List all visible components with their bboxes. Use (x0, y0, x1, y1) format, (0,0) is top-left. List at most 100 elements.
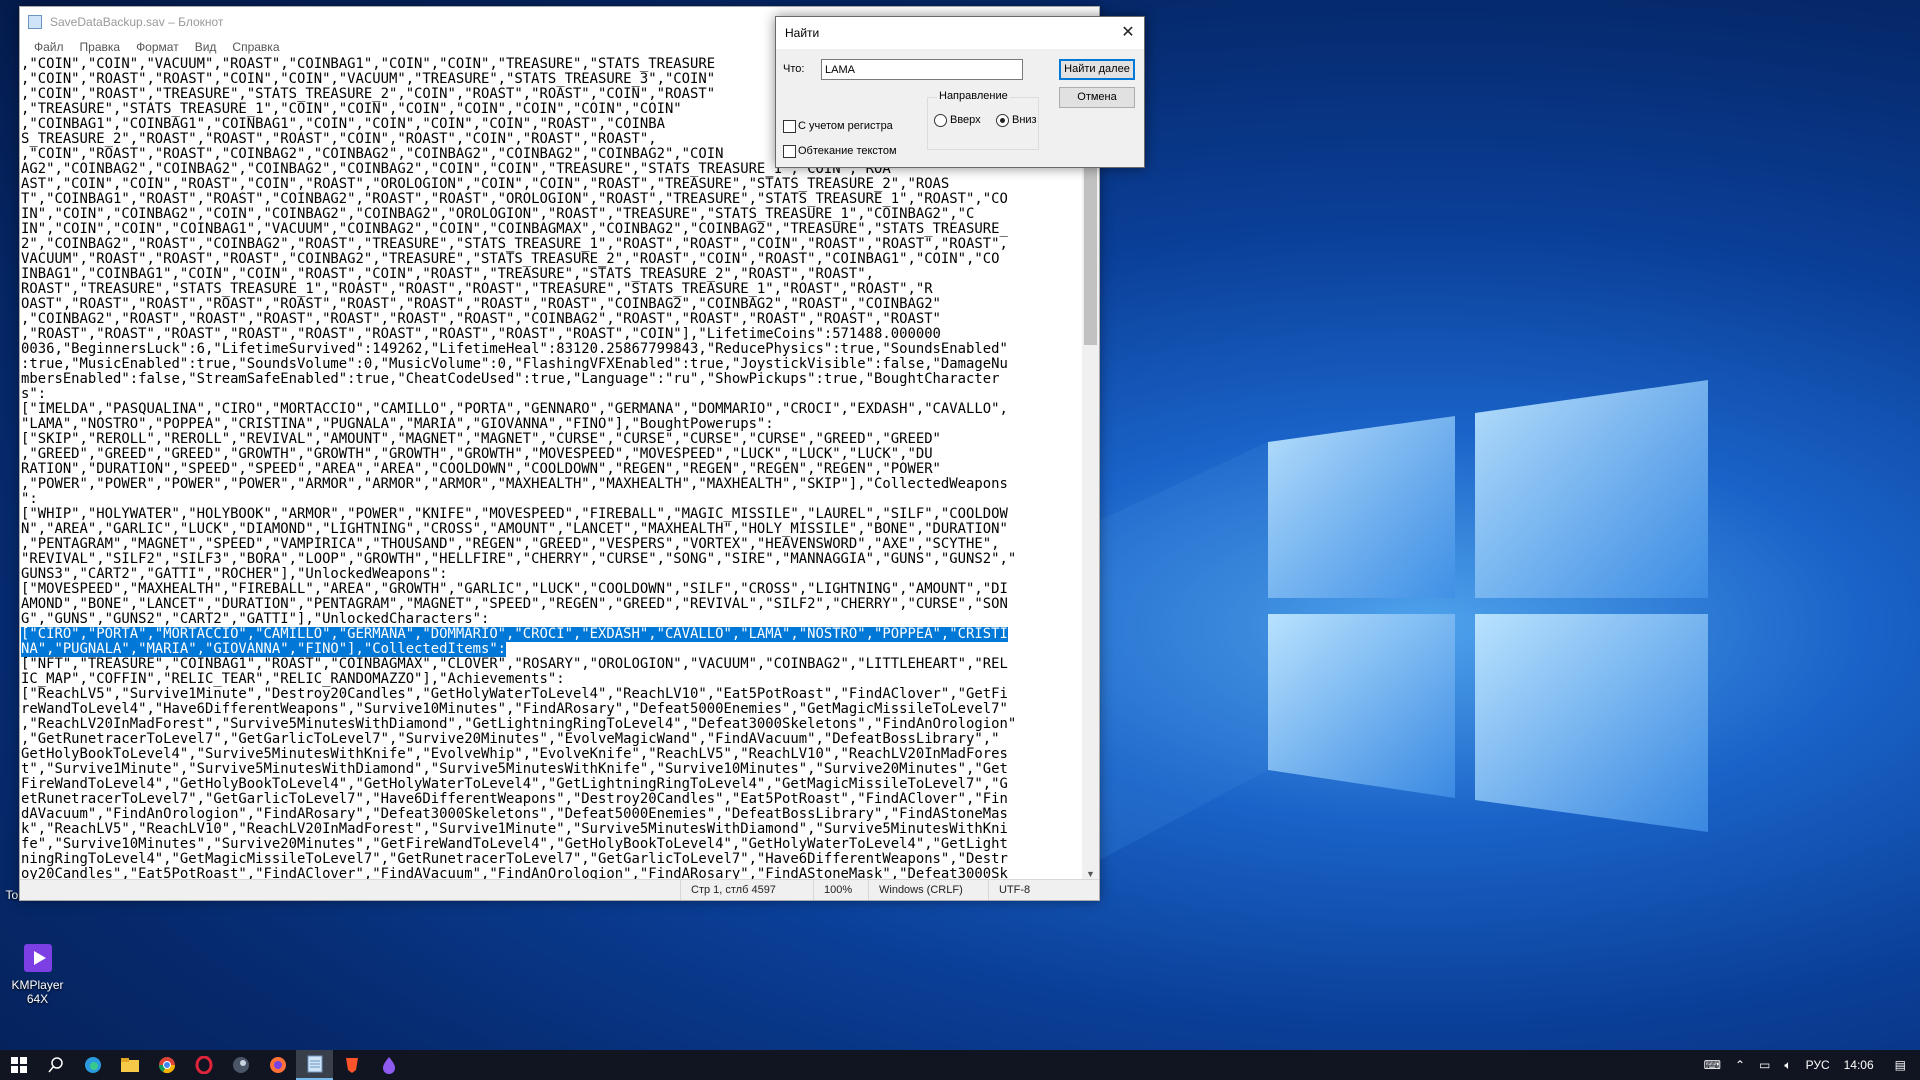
text-line: ,"GetRunetracerToLevel7","GetGarlicToLev… (21, 732, 1000, 747)
find-dialog-title: Найти (785, 26, 820, 40)
scroll-down-icon[interactable]: ▼ (1082, 869, 1099, 879)
text-line: ["CIRO","PORTA","MORTACCIO","CAMILLO","G… (21, 627, 1083, 642)
app-icon[interactable] (370, 1050, 407, 1080)
text-line: ,"ReachLV20InMadForest","Survive5Minutes… (21, 717, 1017, 732)
direction-down-label: Вниз (1012, 114, 1037, 126)
text-line: reWandToLevel4","Have6DifferentWeapons",… (21, 702, 1008, 717)
text-line: ["SKIP","REROLL","REROLL","REVIVAL","AMO… (21, 432, 941, 447)
text-line: ["ReachLV5","Survive1Minute","Destroy20C… (21, 687, 1008, 702)
text-line: ,"COINBAG2","ROAST","ROAST","ROAST","ROA… (21, 312, 941, 327)
brave-icon[interactable] (333, 1050, 370, 1080)
search-icon[interactable] (37, 1050, 74, 1080)
edge-icon[interactable] (74, 1050, 111, 1080)
clock[interactable]: 14:06 (1837, 1058, 1881, 1072)
volume-icon[interactable]: 🔈︎ (1777, 1058, 1798, 1073)
kmplayer-label: KMPlayer 64X (11, 978, 64, 1006)
vertical-scrollbar[interactable]: ▼ (1082, 57, 1099, 881)
window-title: SaveDataBackup.sav – Блокнот (50, 15, 224, 29)
firefox-icon[interactable] (259, 1050, 296, 1080)
text-line: IN","COIN","COINBAG2","COIN","COINBAG2",… (21, 207, 975, 222)
text-line: t","Survive1Minute","Survive5MinutesWith… (21, 762, 1008, 777)
text-line: ["MOVESPEED","MAXHEALTH","FIREBALL","ARE… (21, 582, 1008, 597)
text-line: OAST","ROAST","ROAST","ROAST","ROAST","R… (21, 297, 941, 312)
menu-format[interactable]: Формат (128, 40, 187, 54)
text-line: mbersEnabled":false,"StreamSafeEnabled":… (21, 372, 1000, 387)
direction-label: Направление (937, 90, 1010, 102)
text-line: ["WHIP","HOLYWATER","HOLYBOOK","ARMOR","… (21, 507, 1008, 522)
chrome-icon[interactable] (148, 1050, 185, 1080)
text-line: ningRingToLevel4","GetMagicMissileToLeve… (21, 852, 1008, 867)
start-icon[interactable] (0, 1050, 37, 1080)
find-next-button[interactable]: Найти далее (1059, 59, 1135, 80)
menu-help[interactable]: Справка (224, 40, 287, 54)
text-line: ,"GREED","GREED","GREED","GROWTH","GROWT… (21, 447, 933, 462)
menu-view[interactable]: Вид (187, 40, 225, 54)
system-tray: ⌨ ⌃ ▭ 🔈︎ РУС 14:06 ▤ (1697, 1050, 1920, 1080)
text-line: ,"POWER","POWER","POWER","POWER","ARMOR"… (21, 477, 1008, 492)
wrap-around-checkbox[interactable] (783, 145, 796, 158)
text-line: dAVacuum","FindAnOrologion","FindARosary… (21, 807, 1008, 822)
find-dialog-titlebar[interactable]: Найти (776, 17, 1144, 49)
cancel-button[interactable]: Отмена (1059, 87, 1135, 108)
kmplayer-icon (22, 942, 54, 974)
find-what-label: Что: (783, 63, 805, 75)
menu-file[interactable]: Файл (26, 40, 72, 54)
match-case-label: С учетом регистра (798, 120, 893, 132)
notifications-icon[interactable]: ▤ (1881, 1058, 1920, 1072)
text-line: "LAMA","NOSTRO","POPPEA","CRISTINA","PUG… (21, 417, 774, 432)
text-line: fe","Survive10Minutes","Survive20Minutes… (21, 837, 1008, 852)
text-line: IN","COIN","COIN","COINBAG1","VACUUM","C… (21, 222, 1008, 237)
text-editor-area[interactable]: ,"COIN","COIN","VACUUM","ROAST","COINBAG… (20, 57, 1083, 881)
opera-icon[interactable] (185, 1050, 222, 1080)
chevron-up-icon[interactable]: ⌃ (1728, 1058, 1752, 1072)
text-line: ROAST","TREASURE","STATS_TREASURE_1","RO… (21, 282, 933, 297)
text-line: N","AREA","GARLIC","LUCK","DIAMOND","LIG… (21, 522, 1008, 537)
find-dialog[interactable]: Найти ✕ Что: Найти далее Отмена Направле… (775, 16, 1145, 168)
text-line: ["IMELDA","PASQUALINA","CIRO","MORTACCIO… (21, 402, 1008, 417)
text-line: ["NFT","TREASURE","COINBAG1","ROAST","CO… (21, 657, 1008, 672)
text-line: VACUUM","ROAST","ROAST","ROAST","COINBAG… (21, 252, 1000, 267)
text-line: GUNS3","CART2","GATTI","ROCHER"],"Unlock… (21, 567, 448, 582)
text-line: INBAG1","COINBAG1","COIN","COIN","ROAST"… (21, 267, 875, 282)
text-line: k","ReachLV5","ReachLV10","ReachLV20InMa… (21, 822, 1008, 837)
direction-up-radio[interactable] (934, 114, 947, 127)
selected-text: ["CIRO","PORTA","MORTACCIO","CAMILLO","G… (21, 627, 1008, 642)
text-line: 2","COINBAG2","ROAST","COINBAG2","ROAST"… (21, 237, 1008, 252)
text-line: NA","PUGNALA","MARIA","GIOVANNA","FINO"]… (21, 642, 1083, 657)
encoding: UTF-8 (988, 880, 1083, 900)
zoom-level: 100% (813, 880, 868, 900)
text-line: 0036,"BeginnersLuck":6,"LifetimeSurvived… (21, 342, 1008, 357)
direction-up-label: Вверх (950, 114, 981, 126)
language-indicator[interactable]: РУС (1799, 1058, 1837, 1072)
notepad-icon[interactable] (296, 1050, 333, 1080)
text-line: GetHolyBookToLevel4","Survive5MinutesWit… (21, 747, 1008, 762)
text-line: "REVIVAL","SILF2","SILF3","BORA","LOOP",… (21, 552, 1017, 567)
direction-down-radio[interactable] (996, 114, 1009, 127)
line-ending: Windows (CRLF) (868, 880, 988, 900)
cursor-position: Стр 1, стлб 4597 (680, 880, 813, 900)
match-case-checkbox[interactable] (783, 120, 796, 133)
keyboard-icon[interactable]: ⌨ (1697, 1058, 1728, 1072)
text-line: IC_MAP","COFFIN","RELIC_TEAR","RELIC_RAN… (21, 672, 565, 687)
selected-text: NA","PUGNALA","MARIA","GIOVANNA","FINO"]… (21, 642, 507, 657)
file-explorer-icon[interactable] (111, 1050, 148, 1080)
text-line: :true,"MusicEnabled":true,"SoundsVolume"… (21, 357, 1008, 372)
menu-edit[interactable]: Правка (72, 40, 129, 54)
text-line: AST","COIN","COIN","ROAST","COIN","ROAST… (21, 177, 950, 192)
text-line: AMOND","BONE","LANCET","DURATION","PENTA… (21, 597, 1008, 612)
desktop-icon-kmplayer[interactable]: KMPlayer 64X (0, 942, 75, 1006)
text-line: ,"PENTAGRAM","MAGNET","SPEED","VAMPIRICA… (21, 537, 1000, 552)
text-line: G","GUNS","GUNS2","CART2","GATTI"],"Unlo… (21, 612, 490, 627)
status-bar: Стр 1, стлб 4597 100% Windows (CRLF) UTF… (20, 879, 1099, 900)
network-icon[interactable]: ▭ (1752, 1058, 1777, 1072)
steam-icon[interactable] (222, 1050, 259, 1080)
close-icon[interactable]: ✕ (1118, 23, 1138, 43)
text-line: T","COINBAG1","ROAST","ROAST","COINBAG2"… (21, 192, 1008, 207)
wrap-around-label: Обтекание текстом (798, 145, 897, 157)
find-input[interactable] (821, 59, 1023, 80)
text-line: s": (21, 387, 47, 402)
text-line: RATION","DURATION","SPEED","SPEED","AREA… (21, 462, 941, 477)
text-line: ,"ROAST","ROAST","ROAST","ROAST","ROAST"… (21, 327, 941, 342)
text-line: ": (21, 492, 38, 507)
text-line: FireWandToLevel4","GetHolyBookToLevel4",… (21, 777, 1008, 792)
